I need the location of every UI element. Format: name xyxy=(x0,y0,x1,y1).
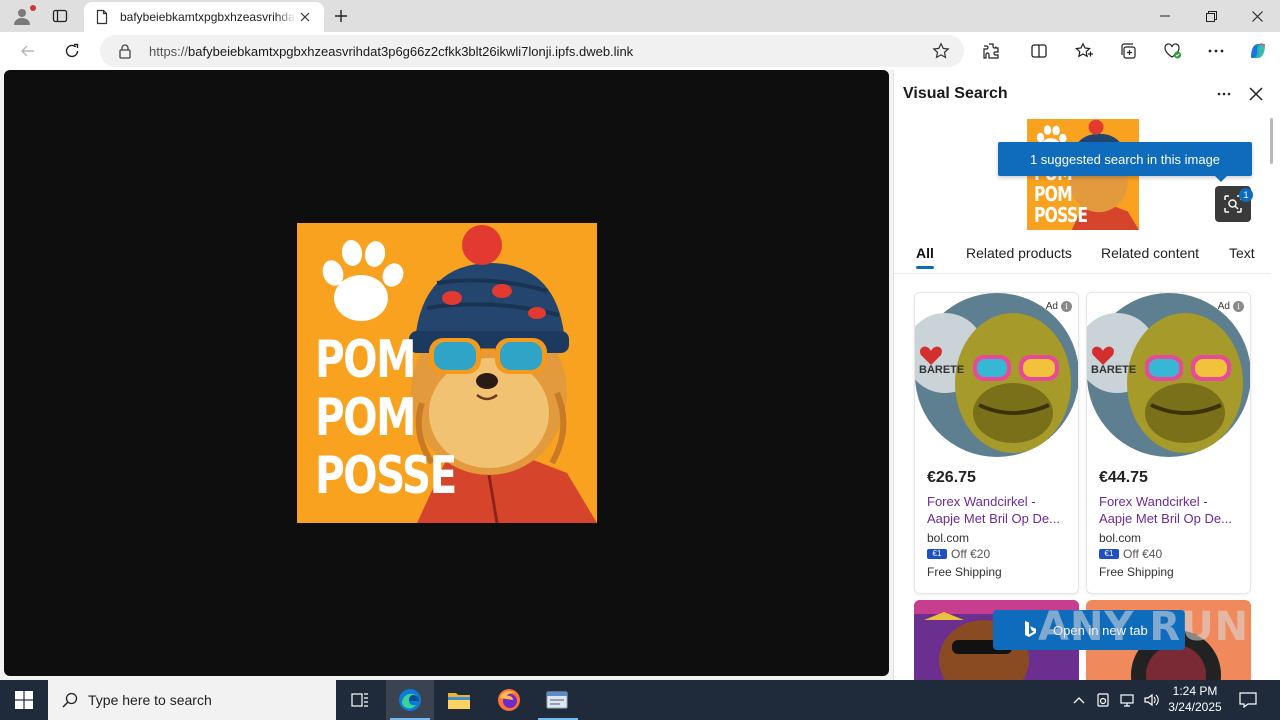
refresh-icon[interactable] xyxy=(57,36,87,66)
store-name: bol.com xyxy=(927,531,970,545)
product-card[interactable]: BARETE Ad i €44.75 Forex Wandcirkel - Aa… xyxy=(1086,292,1251,594)
tab-related-content[interactable]: Related content xyxy=(1101,245,1199,261)
thumbnail-line-3: POSSE xyxy=(1034,203,1088,227)
product-name-link[interactable]: Forex Wandcirkel - Aapje Met Bril Op De.… xyxy=(1099,493,1247,527)
edge-taskbar-icon[interactable] xyxy=(386,680,434,720)
search-icon xyxy=(62,692,78,708)
extensions-icon[interactable] xyxy=(976,36,1006,66)
active-tab-indicator xyxy=(916,266,934,269)
artwork-line-2: POM xyxy=(315,388,416,448)
notification-dot xyxy=(30,5,36,11)
thumbnail-line-2: POM xyxy=(1034,182,1073,206)
device-icon[interactable] xyxy=(1092,680,1114,720)
app-window-icon[interactable] xyxy=(534,680,582,720)
visual-search-tabs: All Related products Related content Tex… xyxy=(894,232,1271,274)
panel-scrollbar[interactable] xyxy=(1270,118,1273,164)
info-icon[interactable]: i xyxy=(1061,301,1072,312)
artwork-line-1: POM xyxy=(315,330,416,390)
promo: €1 Off €40 xyxy=(1099,547,1162,561)
notifications-icon[interactable] xyxy=(1234,680,1262,720)
restore-icon[interactable] xyxy=(1188,0,1234,32)
split-screen-icon[interactable] xyxy=(1024,36,1054,66)
panel-title: Visual Search xyxy=(903,85,1008,102)
clock-time: 1:24 PM xyxy=(1172,684,1218,698)
back-icon[interactable] xyxy=(13,36,43,66)
watermark-text: ANY RUN xyxy=(1038,604,1250,650)
promo-text: Off €20 xyxy=(951,547,991,561)
product-name-line: Aapje Met Bril Op De... xyxy=(927,511,1060,526)
address-bar[interactable]: https://bafybeiebkamtxpgbxhzeasvrihdat3p… xyxy=(100,35,964,67)
image-viewer: POM POM POSSE xyxy=(4,70,889,676)
url-scheme: https:// xyxy=(149,44,189,59)
promo-text: Off €40 xyxy=(1123,547,1163,561)
product-price: €44.75 xyxy=(1099,469,1148,486)
content-area: POM POM POSSE Visual Search POM POSSE 1 … xyxy=(0,70,1280,680)
promo: €1 Off €20 xyxy=(927,547,990,561)
product-image: BARETE xyxy=(915,293,1078,457)
search-placeholder: Type here to search xyxy=(88,692,212,708)
tooltip-arrow xyxy=(1214,175,1228,182)
ad-label: Ad xyxy=(1045,301,1058,312)
product-name-line: Forex Wandcirkel - xyxy=(927,494,1036,509)
close-icon[interactable] xyxy=(1244,84,1268,104)
copilot-icon[interactable] xyxy=(1243,36,1273,66)
visual-search-panel: Visual Search POM POM POSSE xyxy=(893,70,1280,680)
artwork-line-3: POSSE xyxy=(315,446,457,506)
suggestion-count-badge: 1 xyxy=(1239,188,1253,202)
taskbar-search[interactable]: Type here to search xyxy=(48,680,336,720)
product-name-line: Forex Wandcirkel - xyxy=(1099,494,1208,509)
page-icon xyxy=(96,9,108,25)
promo-tag: €1 xyxy=(927,549,947,559)
artwork-text: POM POM POSSE xyxy=(315,330,457,506)
bing-icon xyxy=(1025,621,1036,637)
product-price: €26.75 xyxy=(927,469,976,486)
show-hidden-icons[interactable] xyxy=(1068,680,1090,720)
svg-text:BARETE: BARETE xyxy=(919,364,964,376)
tab-strip: bafybeiebkamtxpgbxhzeasvrihdat3p6g66z2cf… xyxy=(0,0,1280,32)
suggested-search-tooltip[interactable]: 1 suggested search in this image xyxy=(998,142,1252,176)
tab-all[interactable]: All xyxy=(916,245,934,261)
url-host: bafybeiebkamtxpgbxhzeasvrihdat3p6g66z2cf… xyxy=(188,44,634,59)
tab-actions-icon[interactable] xyxy=(46,4,74,28)
url-text[interactable]: https://bafybeiebkamtxpgbxhzeasvrihdat3p… xyxy=(149,44,633,59)
tab-text[interactable]: Text xyxy=(1229,245,1255,261)
file-explorer-icon[interactable] xyxy=(435,680,483,720)
shipping-text: Free Shipping xyxy=(927,565,1002,579)
info-icon[interactable]: i xyxy=(1233,301,1244,312)
collections-icon[interactable] xyxy=(1113,36,1143,66)
system-clock[interactable]: 1:24 PM 3/24/2025 xyxy=(1160,683,1230,715)
favorites-icon[interactable] xyxy=(1069,36,1099,66)
shipping-text: Free Shipping xyxy=(1099,565,1174,579)
taskbar: Type here to search 1:24 PM 3/24/2025 xyxy=(0,680,1280,720)
task-view-icon[interactable] xyxy=(336,680,384,720)
browser-toolbar: https://bafybeiebkamtxpgbxhzeasvrihdat3p… xyxy=(0,32,1280,70)
lock-icon[interactable] xyxy=(118,43,132,59)
ad-label: Ad xyxy=(1217,301,1230,312)
product-image: BARETE xyxy=(1087,293,1250,457)
store-name: bol.com xyxy=(1099,531,1142,545)
more-icon[interactable] xyxy=(1212,84,1236,104)
firefox-icon[interactable] xyxy=(485,680,533,720)
active-tab[interactable]: bafybeiebkamtxpgbxhzeasvrihdat3p6g66z2cf… xyxy=(84,2,324,32)
start-button[interactable] xyxy=(0,680,48,720)
product-name-link[interactable]: Forex Wandcirkel - Aapje Met Bril Op De.… xyxy=(927,493,1075,527)
tab-title: bafybeiebkamtxpgbxhzeasvrihdat3p6g66z2cf… xyxy=(120,10,296,24)
tab-related-products[interactable]: Related products xyxy=(966,245,1072,261)
window-close-icon[interactable] xyxy=(1234,0,1280,32)
clock-date: 3/24/2025 xyxy=(1168,700,1222,714)
close-icon[interactable] xyxy=(296,8,314,26)
network-icon[interactable] xyxy=(1116,680,1138,720)
windows-logo-icon xyxy=(15,691,33,709)
minimize-icon[interactable] xyxy=(1142,0,1188,32)
volume-icon[interactable] xyxy=(1140,680,1162,720)
browser-essentials-icon[interactable] xyxy=(1157,36,1187,66)
promo-tag: €1 xyxy=(1099,549,1119,559)
more-icon[interactable] xyxy=(1201,36,1231,66)
favorite-star-icon[interactable] xyxy=(932,42,950,60)
svg-text:BARETE: BARETE xyxy=(1091,364,1136,376)
new-tab-icon[interactable] xyxy=(328,4,354,28)
product-name-line: Aapje Met Bril Op De... xyxy=(1099,511,1232,526)
product-card[interactable]: BARETE Ad i €26.75 Forex Wandcirkel - Aa… xyxy=(914,292,1079,594)
pom-pom-posse-artwork[interactable]: POM POM POSSE xyxy=(297,223,597,523)
